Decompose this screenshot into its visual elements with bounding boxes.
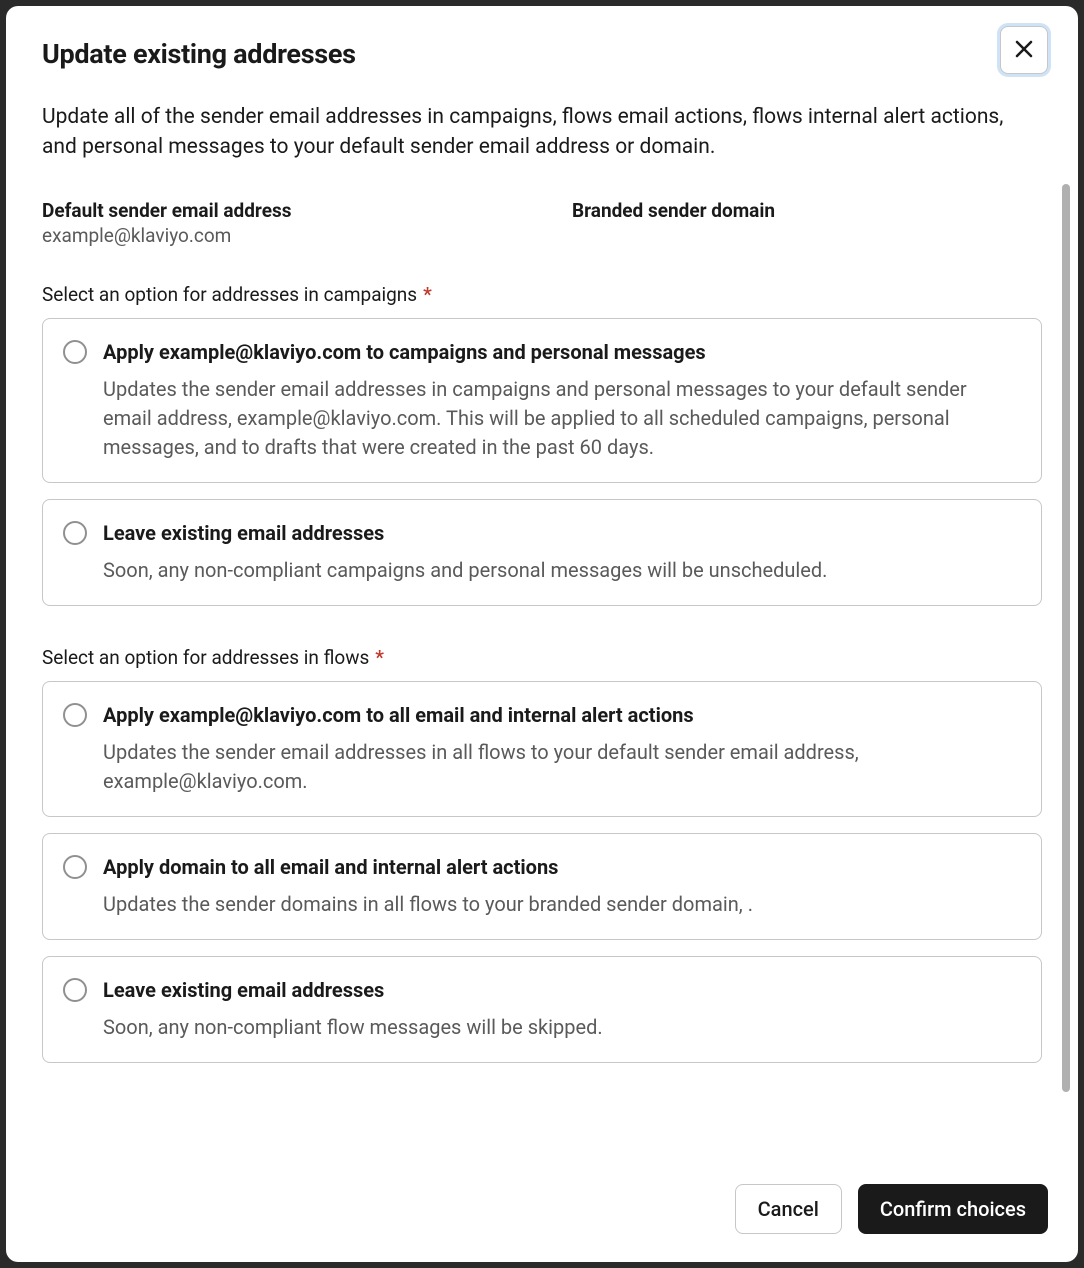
modal-body: Update all of the sender email addresses… — [6, 84, 1078, 1164]
modal-header: Update existing addresses — [6, 6, 1078, 84]
option-title: Apply example@klaviyo.com to all email a… — [103, 702, 1019, 728]
branded-domain-label: Branded sender domain — [572, 199, 1042, 222]
update-addresses-modal: Update existing addresses Update all of … — [6, 6, 1078, 1262]
radio-content: Apply example@klaviyo.com to campaigns a… — [103, 339, 1019, 462]
modal-description: Update all of the sender email addresses… — [42, 102, 1042, 163]
radio-icon — [63, 703, 87, 727]
confirm-button[interactable]: Confirm choices — [858, 1184, 1048, 1234]
option-title: Apply example@klaviyo.com to campaigns a… — [103, 339, 1019, 365]
flows-option-apply-domain[interactable]: Apply domain to all email and internal a… — [42, 833, 1042, 940]
option-description: Soon, any non-compliant flow messages wi… — [103, 1013, 1019, 1042]
option-title: Leave existing email addresses — [103, 520, 1019, 546]
radio-icon — [63, 340, 87, 364]
modal-title: Update existing addresses — [42, 38, 356, 70]
campaigns-option-apply[interactable]: Apply example@klaviyo.com to campaigns a… — [42, 318, 1042, 483]
radio-icon — [63, 521, 87, 545]
scrollbar-thumb[interactable] — [1062, 184, 1070, 1092]
cancel-button[interactable]: Cancel — [735, 1184, 842, 1234]
default-sender-value: example@klaviyo.com — [42, 224, 512, 247]
flows-group-label: Select an option for addresses in flows * — [42, 646, 1042, 669]
option-description: Updates the sender email addresses in al… — [103, 738, 1019, 796]
required-asterisk-icon: * — [423, 283, 432, 306]
flows-option-apply-email[interactable]: Apply example@klaviyo.com to all email a… — [42, 681, 1042, 817]
branded-domain-block: Branded sender domain — [572, 199, 1042, 247]
flows-option-leave[interactable]: Leave existing email addresses Soon, any… — [42, 956, 1042, 1063]
campaigns-option-leave[interactable]: Leave existing email addresses Soon, any… — [42, 499, 1042, 606]
option-title: Leave existing email addresses — [103, 977, 1019, 1003]
flows-radio-group: Apply example@klaviyo.com to all email a… — [42, 681, 1042, 1063]
default-sender-block: Default sender email address example@kla… — [42, 199, 512, 247]
required-asterisk-icon: * — [375, 646, 384, 669]
radio-content: Leave existing email addresses Soon, any… — [103, 520, 1019, 585]
radio-content: Apply domain to all email and internal a… — [103, 854, 1019, 919]
close-icon — [1012, 37, 1036, 64]
sender-info-row: Default sender email address example@kla… — [42, 199, 1042, 247]
radio-icon — [63, 978, 87, 1002]
campaigns-group-label: Select an option for addresses in campai… — [42, 283, 1042, 306]
modal-footer: Cancel Confirm choices — [6, 1164, 1078, 1262]
scrollbar-track — [1062, 184, 1070, 1092]
radio-content: Apply example@klaviyo.com to all email a… — [103, 702, 1019, 796]
close-button[interactable] — [1000, 26, 1048, 74]
option-description: Updates the sender domains in all flows … — [103, 890, 1019, 919]
radio-content: Leave existing email addresses Soon, any… — [103, 977, 1019, 1042]
default-sender-label: Default sender email address — [42, 199, 512, 222]
campaigns-group-label-text: Select an option for addresses in campai… — [42, 283, 417, 306]
flows-group-label-text: Select an option for addresses in flows — [42, 646, 369, 669]
radio-icon — [63, 855, 87, 879]
option-description: Soon, any non-compliant campaigns and pe… — [103, 556, 1019, 585]
option-description: Updates the sender email addresses in ca… — [103, 375, 1019, 462]
option-title: Apply domain to all email and internal a… — [103, 854, 1019, 880]
campaigns-radio-group: Apply example@klaviyo.com to campaigns a… — [42, 318, 1042, 606]
